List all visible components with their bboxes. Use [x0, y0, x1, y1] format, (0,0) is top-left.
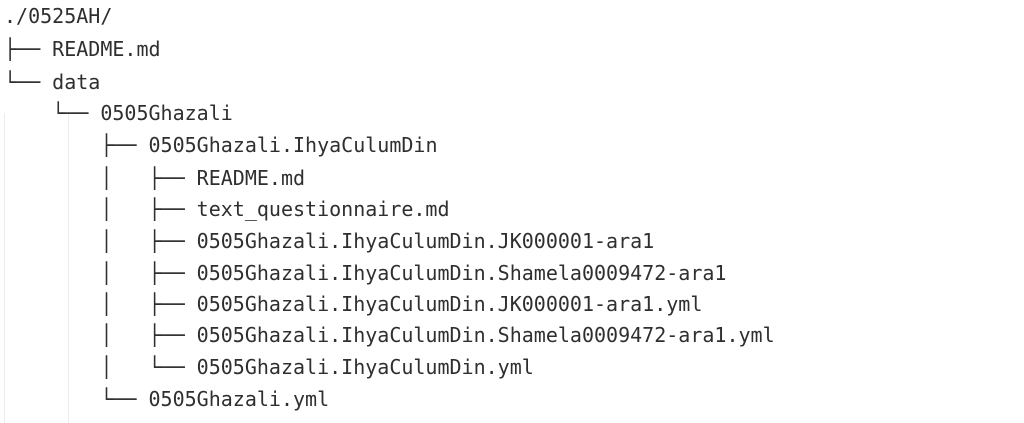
- tree-connector: ├──: [4, 37, 53, 61]
- tree-line: └── 0505Ghazali: [4, 98, 233, 129]
- tree-connector: └──: [4, 387, 149, 411]
- tree-line: │ ├── 0505Ghazali.IhyaCulumDin.JK000001-…: [4, 226, 654, 257]
- tree-root-dir: ./0525AH/: [4, 4, 113, 28]
- tree-dir-name: data: [52, 70, 101, 94]
- tree-file-name: 0505Ghazali.yml: [148, 387, 330, 411]
- tree-dir-name: 0505Ghazali.IhyaCulumDin: [148, 133, 438, 157]
- tree-line: │ └── 0505Ghazali.IhyaCulumDin.yml: [4, 352, 534, 383]
- tree-connector: │ ├──: [4, 197, 197, 221]
- tree-line: ├── 0505Ghazali.IhyaCulumDin: [4, 130, 437, 161]
- tree-connector: ├──: [4, 133, 149, 157]
- tree-file-name: 0505Ghazali.IhyaCulumDin.JK000001-ara1: [196, 229, 655, 253]
- tree-line: │ ├── text_questionnaire.md: [4, 194, 450, 225]
- tree-file-name: 0505Ghazali.IhyaCulumDin.Shamela0009472-…: [196, 261, 727, 285]
- tree-line: │ ├── 0505Ghazali.IhyaCulumDin.JK000001-…: [4, 289, 702, 320]
- tree-connector: │ ├──: [4, 166, 197, 190]
- tree-connector: │ └──: [4, 355, 197, 379]
- tree-connector: └──: [4, 101, 101, 125]
- tree-line: │ ├── 0505Ghazali.IhyaCulumDin.Shamela00…: [4, 258, 726, 289]
- tree-connector: │ ├──: [4, 229, 197, 253]
- tree-file-name: 0505Ghazali.IhyaCulumDin.Shamela0009472-…: [196, 323, 775, 347]
- tree-line: ├── README.md: [4, 34, 161, 65]
- tree-connector: │ ├──: [4, 292, 197, 316]
- tree-line: └── 0505Ghazali.yml: [4, 384, 329, 415]
- tree-file-name: README.md: [52, 37, 161, 61]
- tree-line: │ ├── README.md: [4, 163, 305, 194]
- directory-tree: ./0525AH/ ├── README.md └── data └── 050…: [0, 0, 1024, 423]
- tree-line: ./0525AH/: [4, 1, 112, 32]
- tree-file-name: README.md: [196, 166, 306, 190]
- tree-connector: └──: [4, 70, 53, 94]
- tree-file-name: 0505Ghazali.IhyaCulumDin.yml: [196, 355, 534, 379]
- tree-file-name: text_questionnaire.md: [196, 197, 450, 221]
- tree-line: └── data: [4, 67, 100, 98]
- tree-file-name: 0505Ghazali.IhyaCulumDin.JK000001-ara1.y…: [196, 292, 703, 316]
- tree-dir-name: 0505Ghazali: [100, 101, 233, 125]
- tree-connector: │ ├──: [4, 323, 197, 347]
- tree-connector: │ ├──: [4, 261, 197, 285]
- tree-line: │ ├── 0505Ghazali.IhyaCulumDin.Shamela00…: [4, 320, 775, 351]
